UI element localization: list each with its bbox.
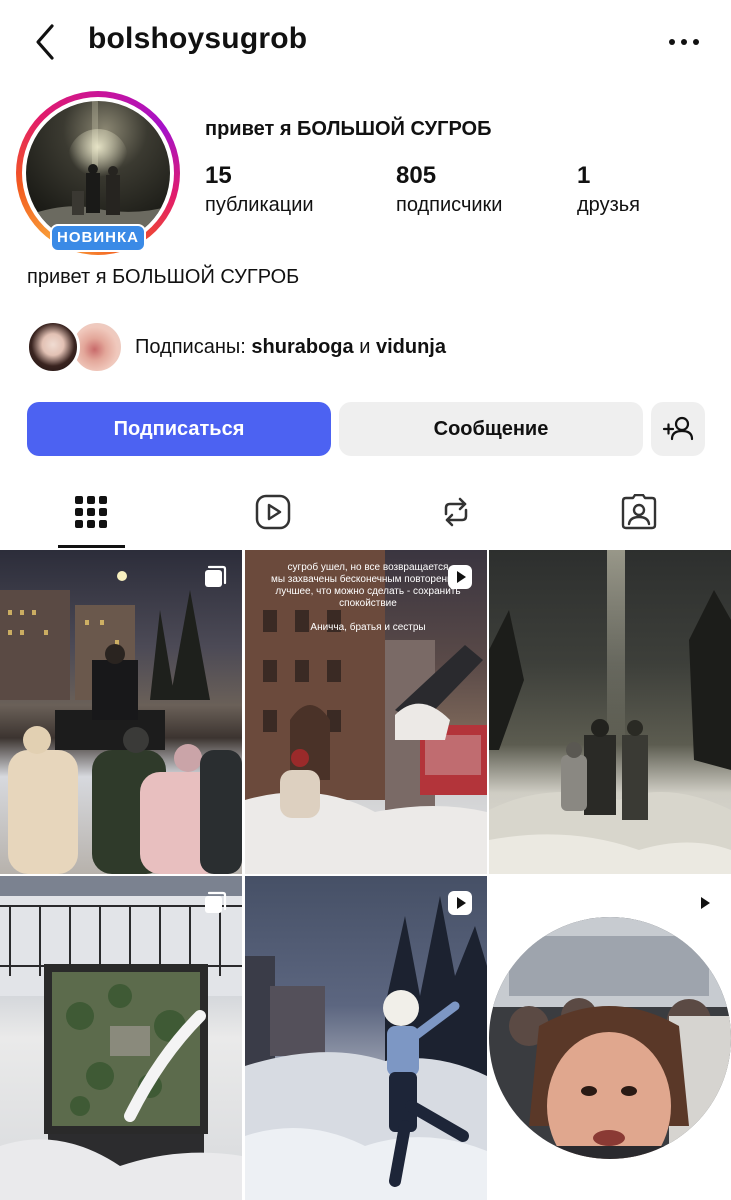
post-thumbnail-1[interactable] bbox=[0, 550, 242, 874]
posts-label: публикации bbox=[205, 194, 314, 216]
post-thumbnail-5[interactable] bbox=[245, 876, 487, 1200]
carousel-icon bbox=[205, 565, 227, 587]
overlay-line-3: лучшее, что можно сделать - сохранить bbox=[275, 586, 461, 597]
repost-icon bbox=[444, 497, 468, 527]
stat-posts[interactable]: 15 публикации bbox=[205, 162, 314, 217]
profile-tabs bbox=[0, 480, 731, 548]
post-thumbnail-2[interactable]: сугроб ушел, но все возвращается мы захв… bbox=[245, 550, 487, 874]
play-icon bbox=[448, 565, 472, 589]
overlay-signature: Аничча, братья и сестры bbox=[310, 622, 426, 633]
friends-count: 1 bbox=[577, 162, 591, 189]
post-thumbnail-6[interactable] bbox=[489, 876, 731, 1200]
followed-by-avatars[interactable] bbox=[26, 320, 126, 374]
profile-header: bolshoysugrob bbox=[0, 0, 731, 86]
overlay-line-2: мы захвачены бесконечным повторением bbox=[270, 574, 466, 585]
avatar bbox=[26, 320, 80, 374]
stat-friends[interactable]: 1 друзья bbox=[577, 162, 640, 217]
tab-tagged[interactable] bbox=[579, 480, 699, 548]
more-horizontal-icon bbox=[669, 39, 699, 45]
followed-by-prefix: Подписаны: bbox=[135, 336, 246, 358]
profile-bio: привет я БОЛЬШОЙ СУГРОБ bbox=[27, 266, 300, 288]
chevron-left-icon bbox=[36, 24, 54, 60]
followed-by-user-1[interactable]: shuraboga bbox=[251, 336, 353, 358]
followers-count: 805 bbox=[396, 162, 437, 189]
tab-reels[interactable] bbox=[213, 480, 333, 548]
follow-button[interactable]: Подписаться bbox=[27, 402, 331, 456]
tab-grid[interactable] bbox=[31, 480, 151, 548]
followers-label: подписчики bbox=[396, 194, 503, 216]
post-thumbnail-4[interactable] bbox=[0, 876, 242, 1200]
tab-reposts[interactable] bbox=[396, 480, 516, 548]
post-overlay-text: сугроб ушел, но все возвращается мы захв… bbox=[263, 562, 473, 634]
active-tab-indicator bbox=[58, 545, 125, 548]
friends-label: друзья bbox=[577, 194, 640, 216]
more-options-button[interactable] bbox=[664, 30, 704, 54]
message-button[interactable]: Сообщение bbox=[339, 402, 643, 456]
display-name: привет я БОЛЬШОЙ СУГРОБ bbox=[205, 118, 492, 140]
stat-followers[interactable]: 805 подписчики bbox=[396, 162, 502, 217]
tagged-icon bbox=[621, 494, 657, 530]
play-icon bbox=[692, 891, 716, 915]
posts-count: 15 bbox=[205, 162, 232, 189]
reels-icon bbox=[255, 494, 291, 530]
add-person-icon bbox=[662, 416, 694, 441]
followed-by-conjunction: и bbox=[359, 336, 371, 358]
posts-grid: сугроб ушел, но все возвращается мы захв… bbox=[0, 550, 731, 1200]
back-button[interactable] bbox=[30, 22, 64, 62]
overlay-line-4: спокойствие bbox=[339, 598, 397, 609]
play-icon bbox=[448, 891, 472, 915]
carousel-icon bbox=[205, 891, 227, 913]
followed-by-text[interactable]: Подписаны: shuraboga и vidunja bbox=[135, 336, 446, 359]
post-thumbnail-3[interactable] bbox=[489, 550, 731, 874]
new-badge: НОВИНКА bbox=[50, 224, 146, 252]
followed-by-user-2[interactable]: vidunja bbox=[376, 336, 446, 358]
add-friend-button[interactable] bbox=[651, 402, 705, 456]
grid-icon bbox=[75, 496, 107, 528]
profile-username: bolshoysugrob bbox=[88, 22, 308, 55]
overlay-line-1: сугроб ушел, но все возвращается bbox=[287, 562, 449, 573]
